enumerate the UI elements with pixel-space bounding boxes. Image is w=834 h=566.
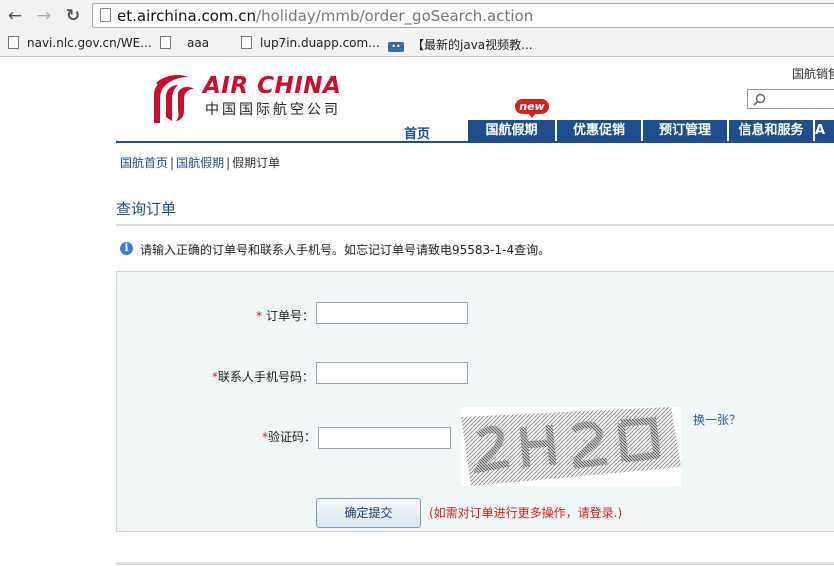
page-icon: [241, 36, 252, 49]
nav-booking-management[interactable]: 预订管理: [643, 120, 727, 142]
main-nav: 首页 国航假期 优惠促销 预订管理 信息和服务 A: [116, 120, 834, 142]
breadcrumb-separator: |: [170, 156, 175, 170]
submit-button[interactable]: 确定提交: [316, 498, 421, 528]
page-icon: [160, 36, 171, 49]
captcha-input[interactable]: [318, 427, 451, 449]
bookmark-item[interactable]: •• 【最新的java视频教...: [388, 36, 533, 52]
bottom-divider: [116, 562, 834, 565]
breadcrumb: 国航首页 | 国航假期 | 假期订单: [120, 154, 280, 171]
order-number-label: * 订单号：: [256, 309, 314, 323]
contact-phone-label: *联系人手机号码：: [211, 370, 314, 384]
site-search-input[interactable]: [747, 89, 834, 109]
info-message: 请输入正确的订单号和联系人手机号。如忘记订单号请致电95583-1-4查询。: [140, 243, 551, 257]
info-icon: i: [120, 242, 133, 255]
breadcrumb-home[interactable]: 国航首页: [120, 156, 168, 170]
login-hint: (如需对订单进行更多操作，请登录.): [429, 506, 623, 520]
nav-holiday[interactable]: 国航假期: [468, 120, 555, 142]
nav-underline: [116, 141, 834, 143]
magnifier-icon: [753, 93, 766, 106]
order-number-input[interactable]: [316, 302, 468, 324]
new-badge: new: [515, 99, 549, 114]
captcha-label: *验证码：: [261, 430, 316, 444]
bookmark-item[interactable]: lup7in.duapp.com...: [241, 36, 380, 52]
browser-toolbar: ← → ↻ et.airchina.com.cn/holiday/mmb/ord…: [0, 0, 834, 32]
url-text[interactable]: et.airchina.com.cn/holiday/mmb/order_goS…: [117, 7, 533, 25]
breadcrumb-holiday[interactable]: 国航假期: [176, 156, 224, 170]
forward-arrow-icon[interactable]: →: [34, 6, 54, 26]
bookmarks-bar: navi.nlc.gov.cn/WE... aaa lup7in.duapp.c…: [0, 32, 834, 57]
address-bar[interactable]: et.airchina.com.cn/holiday/mmb/order_goS…: [92, 3, 834, 28]
nav-promotions[interactable]: 优惠促销: [557, 120, 641, 142]
nav-info-services[interactable]: 信息和服务: [729, 120, 813, 142]
logo-english-text: AIR CHINA: [203, 73, 342, 99]
refresh-captcha-link[interactable]: 换一张？: [693, 411, 741, 428]
page-icon: [100, 8, 111, 22]
page-title: 查询订单: [116, 200, 177, 218]
contact-phone-input[interactable]: [316, 362, 468, 384]
order-search-form: [116, 271, 834, 532]
nav-more[interactable]: A: [815, 120, 834, 142]
bookmark-item[interactable]: navi.nlc.gov.cn/WE...: [8, 36, 152, 52]
bookmark-item[interactable]: aaa: [160, 36, 209, 52]
nav-home[interactable]: 首页: [404, 123, 430, 142]
logo-chinese-text: 中国国际航空公司: [205, 102, 341, 118]
top-sales-link[interactable]: 国航销售: [792, 65, 834, 82]
site-logo-icon: ••: [388, 42, 404, 52]
breadcrumb-separator: |: [226, 156, 231, 170]
page-icon: [8, 36, 19, 49]
reload-icon[interactable]: ↻: [63, 6, 83, 26]
captcha-image: [461, 407, 681, 486]
title-divider: [116, 224, 834, 226]
back-arrow-icon[interactable]: ←: [5, 6, 25, 26]
breadcrumb-current: 假期订单: [232, 156, 281, 170]
new-badge-pointer: [528, 113, 536, 118]
